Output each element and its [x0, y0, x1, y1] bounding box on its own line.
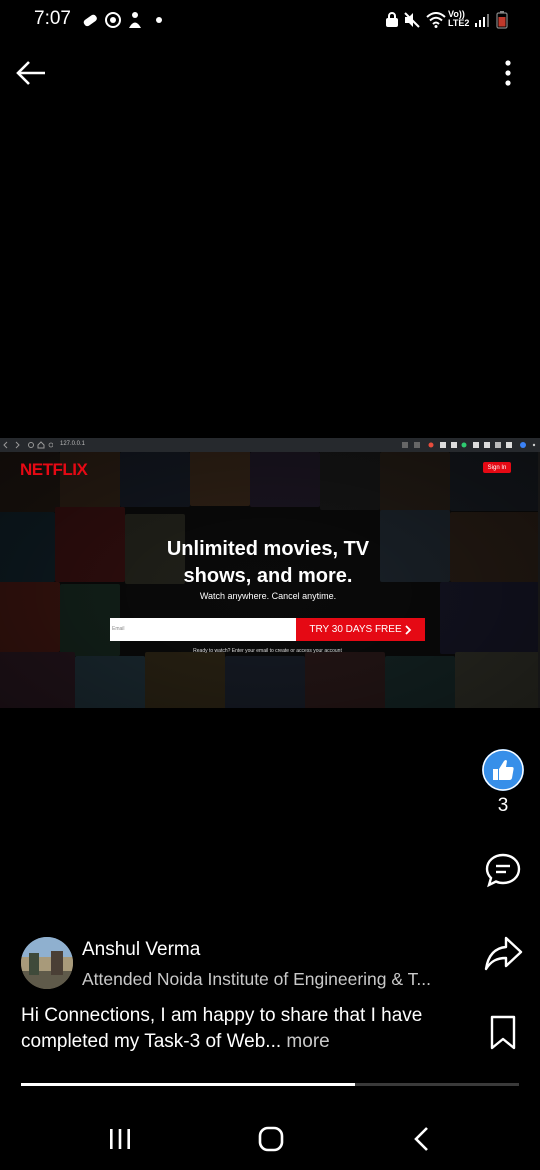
post-body: Hi Connections, I am happy to share that… — [21, 1005, 423, 1052]
like-count: 3 — [497, 795, 509, 816]
media-progress-bar — [21, 1083, 519, 1086]
back-arrow-icon[interactable] — [14, 58, 48, 88]
person-icon — [125, 10, 145, 30]
home-icon[interactable] — [258, 1126, 284, 1152]
recents-icon[interactable] — [108, 1128, 132, 1150]
author-headline: Attended Noida Institute of Engineering … — [82, 969, 431, 989]
battery-icon — [492, 10, 512, 30]
chevron-right-icon — [404, 624, 411, 635]
author-name[interactable]: Anshul Verma — [82, 939, 200, 961]
browser-url: 127.0.0.1 — [60, 441, 86, 447]
media-progress-fill — [21, 1083, 355, 1086]
game-controller-icon — [80, 10, 100, 30]
signal-icon — [472, 10, 492, 30]
back-chevron-icon[interactable] — [412, 1126, 432, 1152]
ready-to-watch-text: Ready to watch? Enter your email to crea… — [193, 648, 342, 654]
email-input[interactable]: Email — [110, 618, 296, 641]
status-time: 7:07 — [34, 8, 71, 29]
notification-dot-icon — [156, 17, 162, 23]
see-more-link[interactable]: more — [281, 1031, 329, 1052]
more-options-icon[interactable] — [498, 58, 518, 90]
lock-icon — [382, 10, 402, 30]
like-button[interactable] — [482, 749, 524, 791]
browser-toolbar: 127.0.0.1 — [0, 438, 540, 452]
email-placeholder: Email — [112, 626, 125, 632]
wifi-icon — [426, 10, 446, 30]
comment-icon[interactable] — [484, 851, 522, 889]
author-avatar[interactable] — [21, 937, 73, 989]
bookmark-icon[interactable] — [488, 1014, 518, 1052]
thumbs-up-icon — [482, 749, 524, 791]
share-icon[interactable] — [482, 935, 524, 973]
hero-subtitle: Watch anywhere. Cancel anytime. — [199, 591, 337, 601]
hero-title: Unlimited movies, TV shows, and more. — [166, 538, 370, 587]
sync-icon — [103, 10, 123, 30]
try-free-button[interactable]: TRY 30 DAYS FREE — [296, 618, 425, 641]
post-text[interactable]: Hi Connections, I am happy to share that… — [21, 1003, 471, 1055]
post-media-image[interactable]: 127.0.0.1 NETFLIX Sign In Unlimited movi… — [0, 438, 540, 708]
netflix-logo: NETFLIX — [20, 460, 88, 479]
network-label: Vo)) LTE2 — [448, 9, 470, 28]
try-free-label: TRY 30 DAYS FREE — [309, 624, 402, 635]
status-bar: 7:07 Vo)) LTE2 — [0, 0, 540, 40]
mute-icon — [402, 10, 422, 30]
sign-in-button[interactable]: Sign In — [483, 462, 511, 473]
netflix-clone-page: NETFLIX Sign In Unlimited movies, TV sho… — [0, 452, 538, 708]
